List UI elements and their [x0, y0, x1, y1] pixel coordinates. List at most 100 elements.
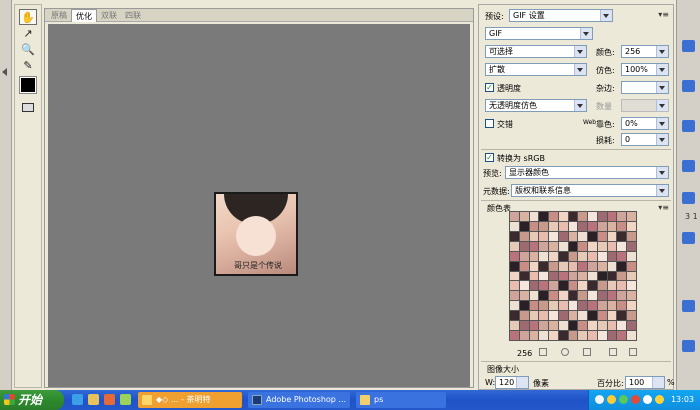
color-swatch[interactable] — [510, 251, 519, 261]
color-swatch[interactable] — [617, 261, 627, 271]
color-swatch[interactable] — [539, 221, 549, 231]
color-swatch[interactable] — [558, 271, 568, 281]
color-reduction-select[interactable]: 可选择 — [485, 45, 587, 58]
transparency-checkbox[interactable]: ✓ — [485, 83, 494, 92]
color-swatch[interactable] — [617, 301, 627, 311]
color-swatch[interactable] — [558, 311, 568, 321]
colors-select[interactable]: 256 — [621, 45, 669, 58]
color-swatch[interactable] — [510, 311, 519, 321]
color-swatch[interactable] — [597, 281, 607, 291]
color-swatch[interactable] — [588, 221, 597, 231]
tab-2up[interactable]: 双联 — [97, 9, 121, 22]
color-swatch[interactable] — [529, 241, 539, 251]
color-swatch[interactable] — [558, 301, 568, 311]
color-swatch[interactable] — [617, 251, 627, 261]
color-swatch[interactable] — [558, 331, 568, 340]
color-swatch[interactable] — [539, 231, 549, 241]
matte-select[interactable] — [621, 81, 669, 94]
color-swatch[interactable] — [510, 281, 519, 291]
color-swatch[interactable] — [578, 281, 588, 291]
color-swatch[interactable] — [549, 231, 558, 241]
color-swatch[interactable] — [627, 321, 636, 331]
rail-button-1[interactable] — [682, 40, 695, 52]
color-swatch[interactable] — [539, 241, 549, 251]
rail-button-4[interactable] — [682, 160, 695, 172]
color-swatch[interactable] — [558, 251, 568, 261]
color-swatch[interactable] — [597, 251, 607, 261]
color-swatch[interactable] — [549, 271, 558, 281]
color-swatch[interactable] — [597, 231, 607, 241]
color-swatch[interactable] — [529, 261, 539, 271]
color-swatch[interactable] — [617, 321, 627, 331]
color-swatch[interactable] — [529, 212, 539, 221]
tab-original[interactable]: 原稿 — [47, 9, 71, 22]
color-swatch[interactable] — [607, 321, 617, 331]
color-swatch[interactable] — [617, 241, 627, 251]
color-swatch[interactable] — [597, 261, 607, 271]
color-swatch[interactable] — [519, 241, 529, 251]
color-swatch[interactable] — [617, 311, 627, 321]
color-swatch[interactable] — [578, 311, 588, 321]
color-swatch[interactable] — [539, 281, 549, 291]
color-swatch[interactable] — [568, 261, 578, 271]
color-swatch[interactable] — [607, 281, 617, 291]
color-swatch[interactable] — [529, 271, 539, 281]
color-swatch[interactable] — [588, 261, 597, 271]
color-swatch[interactable] — [549, 251, 558, 261]
left-collapse-strip[interactable] — [0, 0, 12, 390]
rail-button-7[interactable] — [682, 300, 695, 312]
media-quicklaunch-icon[interactable] — [104, 394, 115, 405]
color-swatch[interactable] — [519, 331, 529, 340]
color-swatch[interactable] — [510, 301, 519, 311]
color-swatch[interactable] — [558, 231, 568, 241]
color-swatch[interactable] — [529, 311, 539, 321]
tray-icon-5[interactable] — [643, 395, 652, 404]
zoom-tool-button[interactable]: 🔍 — [19, 41, 37, 57]
task-button-ps-folder[interactable]: ps — [356, 392, 446, 408]
new-color-icon[interactable] — [609, 348, 617, 356]
color-swatch[interactable] — [539, 311, 549, 321]
color-swatch[interactable] — [519, 212, 529, 221]
color-swatch[interactable] — [617, 271, 627, 281]
color-swatch[interactable] — [539, 212, 549, 221]
color-swatch[interactable] — [539, 271, 549, 281]
web-shift-icon[interactable] — [539, 348, 547, 356]
color-swatch[interactable] — [617, 281, 627, 291]
color-swatch[interactable] — [578, 331, 588, 340]
color-swatch[interactable] — [549, 212, 558, 221]
color-swatch[interactable] — [519, 231, 529, 241]
color-swatch[interactable] — [529, 321, 539, 331]
color-swatch[interactable] — [607, 271, 617, 281]
color-swatch[interactable] — [607, 212, 617, 221]
color-swatch[interactable] — [519, 321, 529, 331]
tray-icon-4[interactable] — [631, 395, 640, 404]
color-swatch[interactable] — [597, 241, 607, 251]
color-swatch[interactable] — [510, 291, 519, 301]
color-swatch[interactable] — [539, 251, 549, 261]
dither-amount-select[interactable]: 100% — [621, 63, 669, 76]
color-swatch[interactable] — [549, 261, 558, 271]
tray-icon-1[interactable] — [595, 395, 604, 404]
color-swatch[interactable] — [529, 281, 539, 291]
color-swatch[interactable] — [607, 331, 617, 340]
color-swatch[interactable] — [617, 221, 627, 231]
color-swatch[interactable] — [519, 221, 529, 231]
color-swatch[interactable] — [588, 231, 597, 241]
color-swatch[interactable] — [558, 212, 568, 221]
color-swatch[interactable] — [588, 212, 597, 221]
color-swatch[interactable] — [568, 281, 578, 291]
color-swatch[interactable] — [568, 311, 578, 321]
color-swatch[interactable] — [617, 231, 627, 241]
color-swatch[interactable] — [539, 331, 549, 340]
color-swatch[interactable] — [510, 241, 519, 251]
color-swatch[interactable] — [627, 291, 636, 301]
color-swatch[interactable] — [627, 212, 636, 221]
color-swatch[interactable] — [549, 301, 558, 311]
color-swatch[interactable] — [578, 231, 588, 241]
color-swatch[interactable] — [597, 321, 607, 331]
color-swatch[interactable] — [597, 331, 607, 340]
interlaced-checkbox[interactable] — [485, 119, 494, 128]
color-swatch[interactable] — [510, 212, 519, 221]
color-swatch[interactable] — [519, 251, 529, 261]
color-swatch[interactable] — [568, 231, 578, 241]
